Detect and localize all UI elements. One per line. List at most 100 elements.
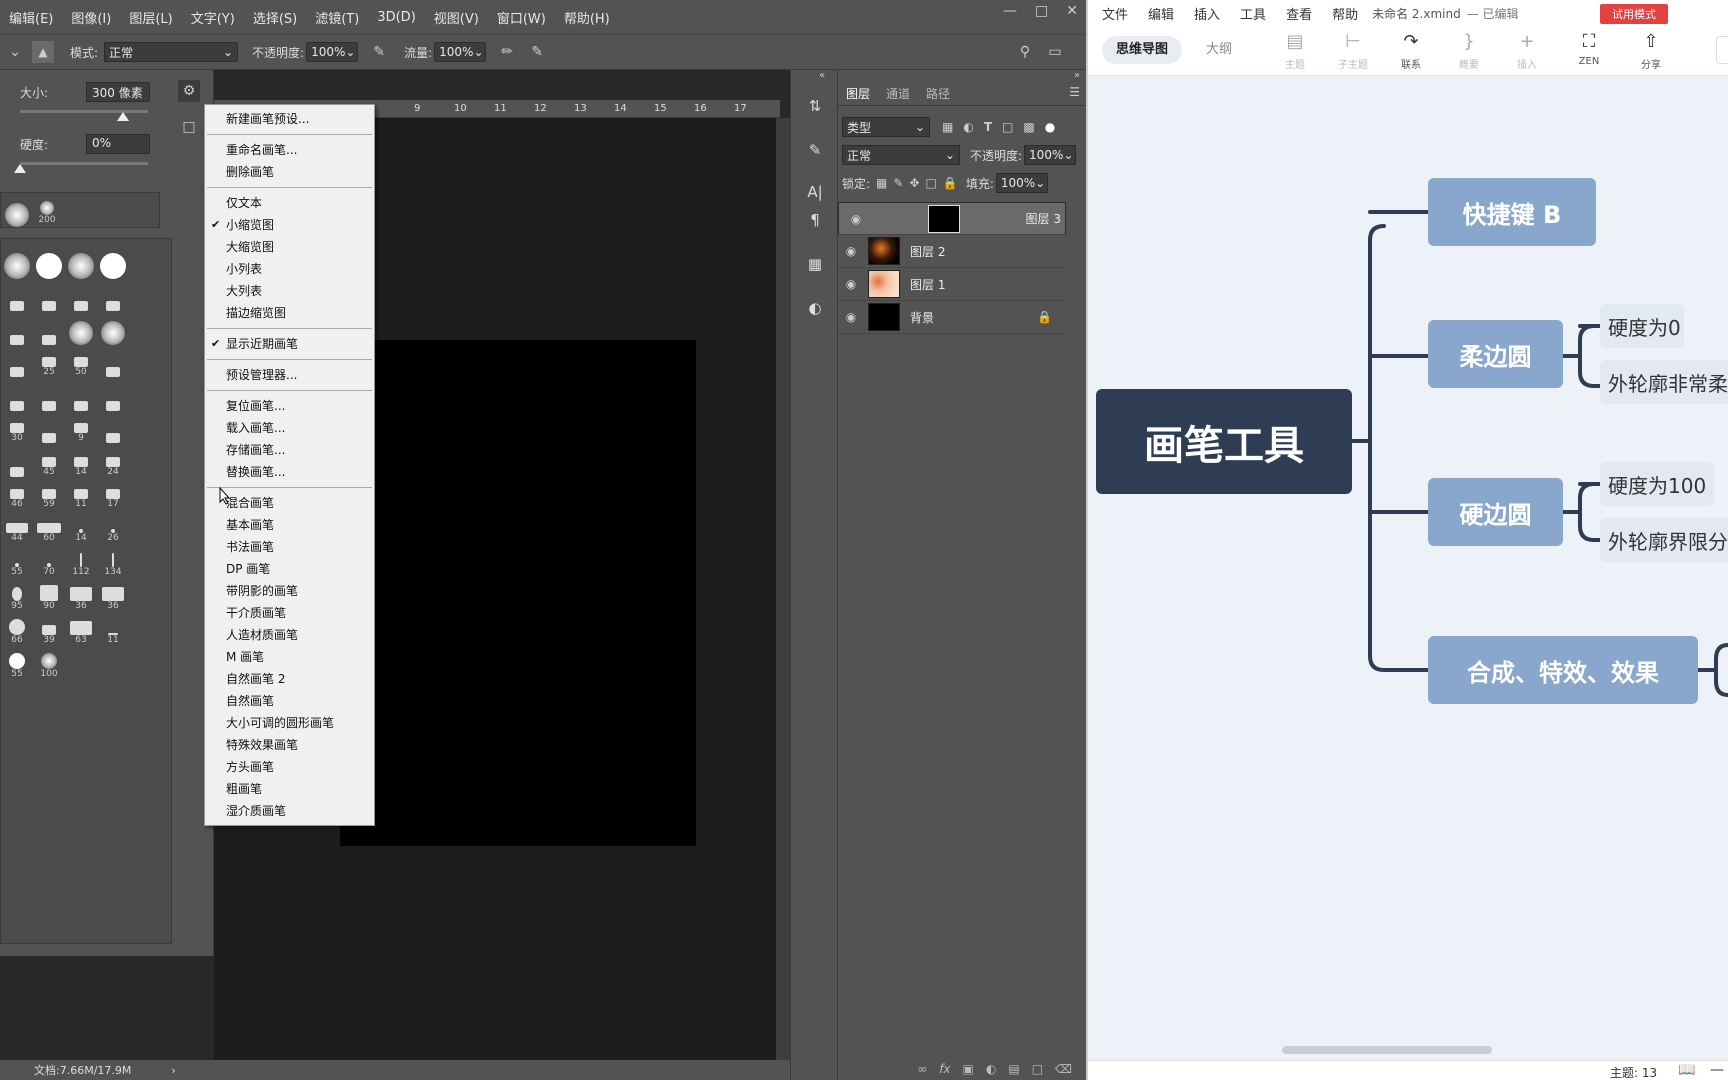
gear-icon[interactable]: ⚙ xyxy=(178,80,200,102)
book-icon[interactable]: 📖 xyxy=(1678,1062,1695,1078)
menu-view[interactable]: 视图(V) xyxy=(425,8,488,27)
filter-pixel-icon[interactable]: ▦ xyxy=(942,120,953,134)
brush-preset[interactable] xyxy=(97,345,129,377)
brush-preset[interactable]: 14 xyxy=(65,445,97,477)
layer-name[interactable]: 图层 2 xyxy=(910,243,945,260)
menu-item-brush-set[interactable]: 自然画笔 xyxy=(205,690,374,712)
adjustments-icon[interactable]: ◐ xyxy=(803,296,827,320)
menu-item-reset-brushes[interactable]: 复位画笔... xyxy=(205,395,374,417)
menu-item-brush-set[interactable]: 大小可调的圆形画笔 xyxy=(205,712,374,734)
brush-preset[interactable]: 36 xyxy=(97,579,129,611)
black-canvas[interactable] xyxy=(340,340,696,846)
menu-item-brush-set[interactable]: 自然画笔 2 xyxy=(205,668,374,690)
fx-icon[interactable]: fx xyxy=(939,1062,950,1076)
minimize-icon[interactable]: — xyxy=(1003,3,1017,19)
menu-item-brush-set[interactable]: 粗画笔 xyxy=(205,778,374,800)
layer-name[interactable]: 图层 1 xyxy=(910,276,945,293)
brush-preset[interactable]: 70 xyxy=(33,545,65,577)
layer-row[interactable]: ◉ 背景 🔒 xyxy=(838,301,1066,334)
filter-shape-icon[interactable]: □ xyxy=(1002,120,1013,134)
central-topic[interactable]: 画笔工具 xyxy=(1096,389,1352,494)
vertical-scrollbar[interactable] xyxy=(776,118,790,1060)
menu-item-rename[interactable]: 重命名画笔... xyxy=(205,139,374,161)
brush-preset[interactable] xyxy=(33,247,65,279)
subtopic[interactable]: 外轮廓非常柔 xyxy=(1600,360,1728,404)
tab-layers[interactable]: 图层 xyxy=(838,80,879,105)
menu-item-load-brushes[interactable]: 载入画笔... xyxy=(205,417,374,439)
new-layer-icon[interactable]: □ xyxy=(1032,1062,1043,1076)
menu-item-brush-set[interactable]: 干介质画笔 xyxy=(205,602,374,624)
mask-icon[interactable]: ▣ xyxy=(963,1062,974,1076)
eye-icon[interactable]: ◉ xyxy=(838,244,864,258)
folder-icon[interactable]: ▤ xyxy=(1008,1062,1019,1076)
menu-item-brush-set[interactable]: 带阴影的画笔 xyxy=(205,580,374,602)
collapse-icon[interactable]: « xyxy=(819,70,825,81)
character-icon[interactable]: A| xyxy=(803,180,827,204)
filter-smart-icon[interactable]: ▩ xyxy=(1023,120,1034,134)
brush-preset[interactable] xyxy=(65,313,97,345)
zoom-out-icon[interactable]: — xyxy=(1710,1062,1724,1078)
menu-item-brush-set[interactable]: 基本画笔 xyxy=(205,514,374,536)
layer-name[interactable]: 图层 3 xyxy=(1026,210,1061,227)
subtopic[interactable]: 外轮廓界限分 xyxy=(1600,518,1728,562)
brush-preset[interactable]: 45 xyxy=(33,445,65,477)
brush-preset[interactable] xyxy=(1,313,33,345)
brush-preset[interactable]: 14 xyxy=(65,511,97,543)
brush-preset[interactable]: 112 xyxy=(65,545,97,577)
filter-kind-select[interactable]: 类型 ⌄ xyxy=(842,117,930,137)
menu-item-delete[interactable]: 删除画笔 xyxy=(205,161,374,183)
tab-paths[interactable]: 路径 xyxy=(918,80,958,105)
blend-mode-select[interactable]: 正常 ⌄ xyxy=(842,145,960,165)
menu-item-stroke-thumbnail[interactable]: 描边缩览图 xyxy=(205,302,374,324)
panel-menu-icon[interactable]: ☰ xyxy=(1069,85,1080,105)
size-field[interactable]: 300 像素 xyxy=(86,82,150,102)
adjustment-layer-icon[interactable]: ◐ xyxy=(986,1062,996,1076)
brush-settings-icon[interactable]: ✎ xyxy=(803,138,827,162)
recent-brush-soft[interactable] xyxy=(1,195,33,227)
brush-preset[interactable]: 26 xyxy=(97,511,129,543)
main-topic[interactable]: 硬边圆 xyxy=(1428,478,1563,546)
close-icon[interactable]: ✕ xyxy=(1066,3,1078,19)
brush-preset[interactable]: 17 xyxy=(97,477,129,509)
layer-row[interactable]: ◉ 图层 1 xyxy=(838,268,1066,301)
menu-item-brush-set[interactable]: 特殊效果画笔 xyxy=(205,734,374,756)
lock-artboard-icon[interactable]: □ xyxy=(926,176,937,190)
brush-preset[interactable]: 55 xyxy=(1,545,33,577)
brush-preset[interactable]: 60 xyxy=(33,511,65,543)
brush-preset[interactable]: 36 xyxy=(65,579,97,611)
menu-edit[interactable]: 编辑(E) xyxy=(0,8,62,27)
brush-preset[interactable] xyxy=(65,279,97,311)
brush-preset[interactable]: 30 xyxy=(1,411,33,443)
menu-type[interactable]: 文字(Y) xyxy=(182,8,244,27)
menu-item-save-brushes[interactable]: 存储画笔... xyxy=(205,439,374,461)
filter-type-icon[interactable]: T xyxy=(984,120,992,134)
menu-item-brush-set[interactable]: 湿介质画笔 xyxy=(205,800,374,822)
brush-preset[interactable] xyxy=(65,379,97,411)
main-topic[interactable]: 柔边圆 xyxy=(1428,320,1563,388)
menu-layer[interactable]: 图层(L) xyxy=(120,8,181,27)
brush-preset[interactable]: 46 xyxy=(1,477,33,509)
menu-filter[interactable]: 滤镜(T) xyxy=(306,8,368,27)
tab-channels[interactable]: 通道 xyxy=(878,80,918,105)
brush-preset[interactable] xyxy=(1,379,33,411)
filter-adjust-icon[interactable]: ◐ xyxy=(963,120,973,134)
brush-preset[interactable]: 44 xyxy=(1,511,33,543)
workspace-icon[interactable]: ▭ xyxy=(1044,41,1066,63)
pressure-opacity-icon[interactable]: ✎ xyxy=(368,41,390,63)
brush-preset[interactable] xyxy=(1,247,33,279)
menu-item-new-preset[interactable]: 新建画笔预设... xyxy=(205,108,374,130)
brush-preset[interactable] xyxy=(1,445,33,477)
brush-preset[interactable]: 66 xyxy=(1,613,33,645)
brush-preset[interactable]: 11 xyxy=(97,613,129,645)
brush-preset[interactable]: 11 xyxy=(65,477,97,509)
layer-opacity-field[interactable]: 100% ⌄ xyxy=(1024,145,1077,165)
subtopic[interactable]: 硬度为0 xyxy=(1600,304,1684,348)
brush-preset[interactable] xyxy=(33,313,65,345)
main-topic[interactable]: 快捷键 B xyxy=(1428,178,1596,246)
brush-preset[interactable] xyxy=(97,247,129,279)
menu-item-show-recent[interactable]: 显示近期画笔 xyxy=(205,333,374,355)
brush-preset[interactable] xyxy=(1,279,33,311)
menu-item-brush-set[interactable]: 书法画笔 xyxy=(205,536,374,558)
brush-preset[interactable]: 50 xyxy=(65,345,97,377)
menu-item-large-thumbnail[interactable]: 大缩览图 xyxy=(205,236,374,258)
